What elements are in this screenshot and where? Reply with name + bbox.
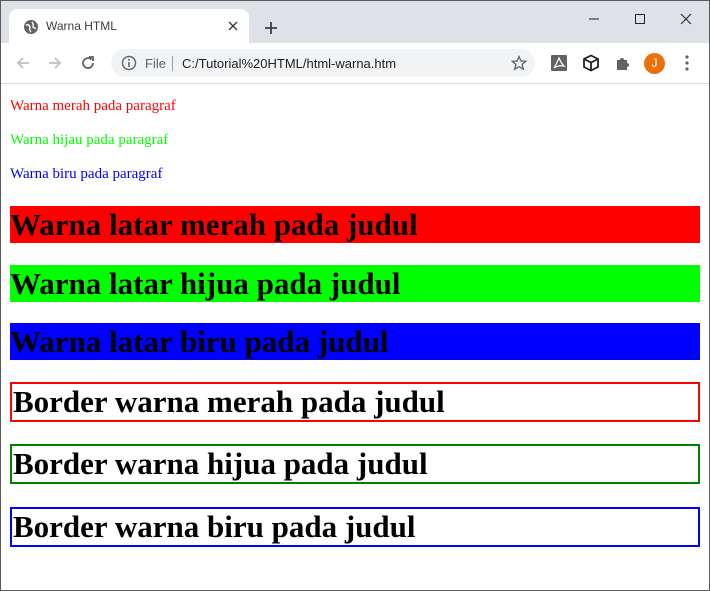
browser-toolbar: File C:/Tutorial%20HTML/html-warna.htm bbox=[1, 43, 709, 84]
bookmark-star-icon[interactable] bbox=[511, 55, 527, 71]
globe-icon bbox=[24, 20, 38, 34]
profile-avatar[interactable]: J bbox=[644, 53, 665, 74]
address-bar[interactable]: File C:/Tutorial%20HTML/html-warna.htm bbox=[111, 49, 535, 77]
maximize-icon[interactable] bbox=[632, 11, 648, 27]
heading-green-border: Border warna hijua pada judul bbox=[10, 444, 700, 484]
info-icon[interactable] bbox=[121, 55, 137, 71]
scheme-label: File bbox=[145, 56, 166, 71]
back-arrow-icon[interactable] bbox=[14, 54, 32, 72]
paragraph-blue: Warna biru pada paragraf bbox=[10, 166, 163, 182]
more-menu-icon[interactable] bbox=[680, 54, 694, 72]
tab-strip: Warna HTML bbox=[1, 1, 709, 43]
close-tab-icon[interactable] bbox=[227, 20, 239, 32]
heading-blue-background: Warna latar biru pada judul bbox=[10, 323, 700, 360]
puzzle-extension-icon[interactable] bbox=[614, 54, 632, 72]
page-content: Warna merah pada paragraf Warna hijau pa… bbox=[1, 84, 709, 590]
address-separator bbox=[172, 56, 173, 71]
heading-red-background: Warna latar merah pada judul bbox=[10, 206, 700, 243]
tab-title: Warna HTML bbox=[46, 19, 117, 33]
heading-red-border: Border warna merah pada judul bbox=[10, 382, 700, 422]
url-text[interactable]: C:/Tutorial%20HTML/html-warna.htm bbox=[182, 56, 396, 71]
reload-icon[interactable] bbox=[79, 54, 97, 72]
forward-arrow-icon[interactable] bbox=[46, 54, 64, 72]
heading-green-background: Warna latar hijua pada judul bbox=[10, 265, 700, 302]
paragraph-red: Warna merah pada paragraf bbox=[10, 98, 176, 114]
minimize-icon[interactable] bbox=[586, 11, 602, 27]
pdf-extension-icon[interactable] bbox=[550, 54, 568, 72]
cube-extension-icon[interactable] bbox=[582, 54, 600, 72]
close-window-icon[interactable] bbox=[678, 11, 694, 27]
heading-blue-border: Border warna biru pada judul bbox=[10, 507, 700, 547]
paragraph-green: Warna hijau pada paragraf bbox=[10, 132, 169, 148]
browser-window: Warna HTML File C:/Tutorial%20HTML/html-… bbox=[0, 0, 710, 591]
new-tab-icon[interactable] bbox=[263, 20, 279, 36]
tab-warna-html[interactable]: Warna HTML bbox=[9, 9, 249, 43]
